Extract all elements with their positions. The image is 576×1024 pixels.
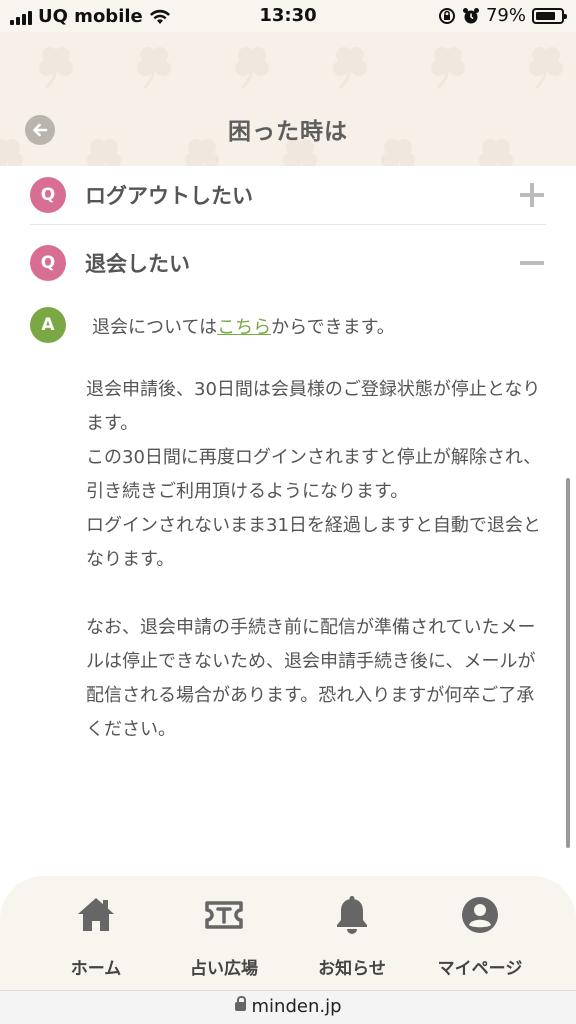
url-display[interactable]: minden.jp [0,996,576,1017]
faq-item-withdraw[interactable]: Q 退会したい [30,225,546,301]
faq-item-logout[interactable]: Q ログアウトしたい [30,166,546,224]
expand-plus-icon[interactable] [520,183,544,207]
question-text: ログアウトしたい [85,184,253,208]
answer-lead: 退会についてはこちらからできます。 [92,313,395,339]
question-text: 退会したい [85,252,190,276]
ticket-icon [205,901,243,929]
rotation-lock-icon [438,7,455,24]
tab-mypage[interactable]: マイページ [408,876,552,990]
bell-icon [337,896,367,934]
battery-icon [532,7,567,24]
answer-lead-text: 退会については [92,317,218,338]
answer-body: 退会申請後、30日間は会員様のご登録状態が停止となります。 この30日間に再度ロ… [86,373,548,781]
answer-paragraph: なお、退会申請の手続き前に配信が準備されていたメールは停止できないため、退会申請… [86,617,536,740]
answer-badge: A [30,307,66,343]
tab-notices[interactable]: お知らせ [280,876,424,990]
alarm-icon [462,7,479,23]
user-circle-icon [462,897,498,933]
page-header: 困った時は [0,32,576,166]
faq-list: Q ログアウトしたい Q 退会したい A 退会についてはこちらからできます。 退… [30,166,546,740]
tab-label: マイページ [437,959,523,979]
answer-lead-text-end: からできます。 [271,317,395,338]
tab-label: ホーム [70,959,122,979]
withdraw-link[interactable]: こちら [217,317,271,338]
tab-fortune-plaza[interactable]: 占い広場 [152,876,296,990]
answer-paragraph: 退会申請後、30日間は会員様のご登録状態が停止となります。 この30日間に再度ロ… [86,379,542,570]
home-icon [78,898,114,931]
status-right: 79% [438,5,567,26]
battery-fill [536,11,555,20]
tab-label: お知らせ [318,959,386,979]
clover-decoration [324,40,376,92]
lock-icon [234,996,246,1011]
clover-decoration [422,40,474,92]
clover-decoration [226,40,278,92]
url-text: minden.jp [251,996,342,1017]
battery-percent: 79% [485,5,526,26]
tab-label: 占い広場 [190,959,258,979]
tab-home[interactable]: ホーム [24,876,168,990]
page-title: 困った時は [228,119,348,145]
question-badge: Q [30,245,66,281]
clover-decoration [520,40,572,92]
status-bar: UQ mobile 13:30 79% [0,0,576,32]
clover-decoration [128,40,180,92]
bottom-tab-bar: ホーム 占い広場 お知らせ マイページ [0,876,576,990]
question-badge: Q [30,177,66,213]
scrollbar[interactable] [566,478,570,848]
browser-url-bar[interactable]: minden.jp [0,990,576,1024]
clover-decoration [30,40,82,92]
collapse-minus-icon[interactable] [520,251,544,275]
